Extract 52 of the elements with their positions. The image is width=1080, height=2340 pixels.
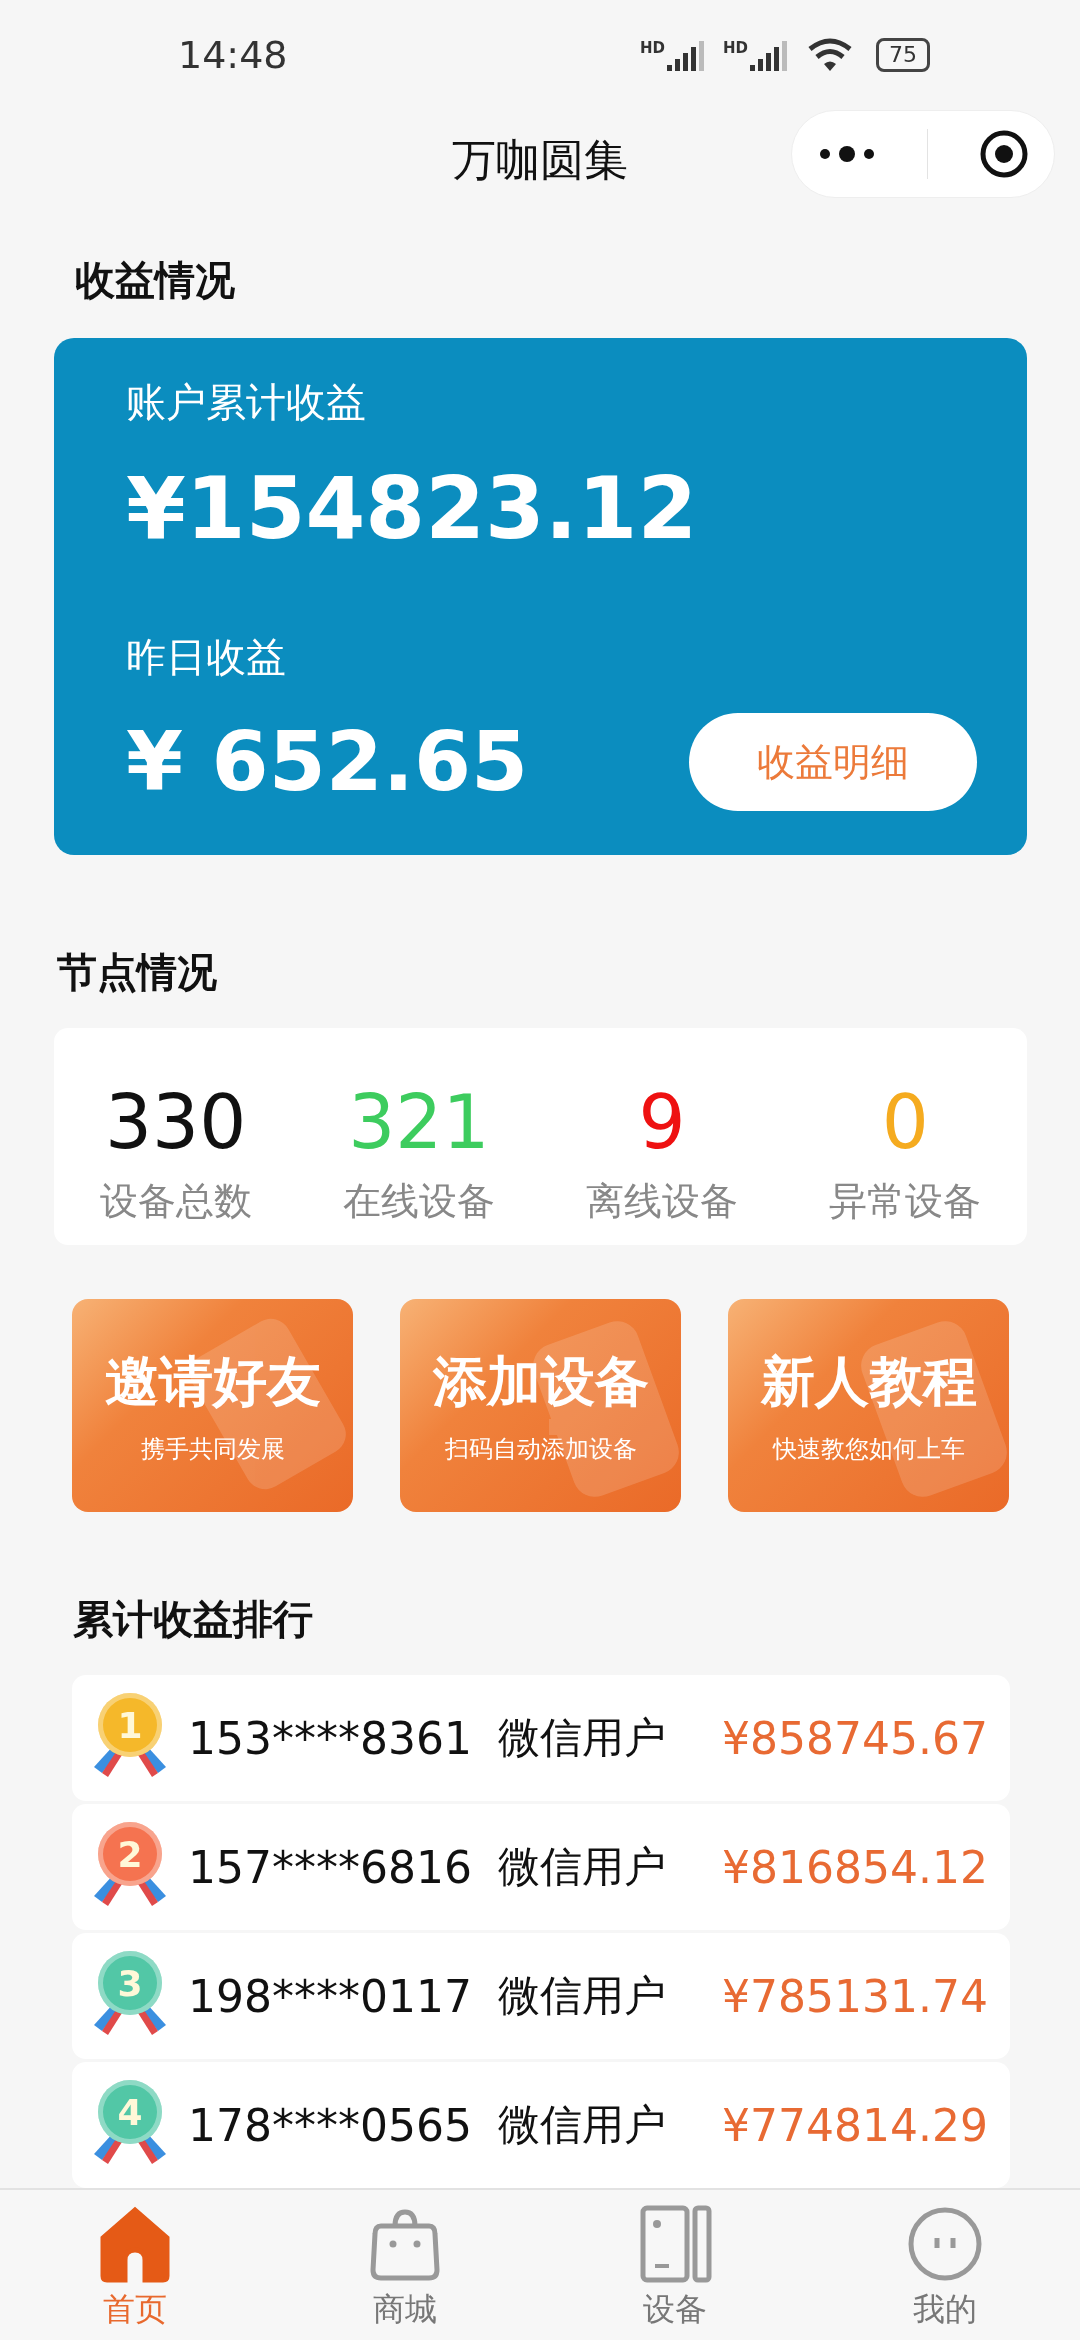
user-phone: 157****6816 [188, 1841, 473, 1893]
yesterday-label: 昨日收益 [126, 633, 287, 682]
wifi-icon [806, 37, 854, 73]
status-time: 14:48 [178, 33, 288, 77]
earnings-amount: ¥785131.74 [722, 1970, 988, 2022]
tab-item[interactable]: 设备 [540, 2190, 810, 2340]
total-label: 账户累计收益 [126, 378, 367, 427]
user-name: 微信用户 [498, 1970, 667, 2022]
action-subtitle: 携手共同发展 [140, 1433, 285, 1465]
stat-value: 321 [348, 1078, 490, 1167]
tab-item[interactable]: 商城 [270, 2190, 540, 2340]
detail-button[interactable]: 收益明细 [689, 713, 977, 811]
action-card[interactable]: 添加设备 扫码自动添加设备 [400, 1299, 681, 1512]
rank-medal: 4 [98, 2080, 162, 2144]
page-title: 万咖圆集 [452, 132, 628, 187]
battery-level: 75 [876, 38, 930, 72]
action-card[interactable]: 邀请好友 携手共同发展 [72, 1299, 353, 1512]
action-title: 添加设备 [432, 1348, 649, 1415]
stat-label: 在线设备 [342, 1178, 495, 1225]
action-title: 邀请好友 [104, 1348, 321, 1415]
network-label: HD [723, 39, 748, 57]
rank-medal: 2 [98, 1822, 162, 1886]
stat-value: 330 [105, 1078, 247, 1167]
stat-label: 设备总数 [99, 1178, 252, 1225]
section-heading: 收益情况 [75, 256, 236, 305]
stat-label: 离线设备 [586, 1178, 739, 1225]
action-title: 新人教程 [760, 1348, 977, 1415]
stat-value: 0 [881, 1078, 929, 1167]
rank-medal: 3 [98, 1951, 162, 2015]
network-label: HD [639, 39, 665, 57]
section-heading: 累计收益排行 [73, 1595, 314, 1644]
user-phone: 198****0117 [188, 1970, 473, 2022]
action-subtitle: 扫码自动添加设备 [444, 1433, 637, 1465]
action-card[interactable]: 新人教程 快速教您如何上车 [728, 1299, 1009, 1512]
rank-medal: 1 [98, 1693, 162, 1757]
tab-item[interactable]: 首页 [0, 2190, 270, 2340]
user-name: 微信用户 [498, 2099, 667, 2151]
user-name: 微信用户 [498, 1712, 667, 1764]
user-phone: 153****8361 [188, 1712, 473, 1764]
yesterday-amount: ¥ 652.65 [126, 713, 529, 811]
action-subtitle: 快速教您如何上车 [772, 1433, 965, 1465]
earnings-amount: ¥774814.29 [722, 2099, 988, 2151]
earnings-amount: ¥816854.12 [722, 1841, 988, 1893]
total-amount: ¥154823.12 [126, 458, 699, 558]
section-heading: 节点情况 [57, 948, 218, 997]
tab-item[interactable]: 我的 [810, 2190, 1080, 2340]
stat-label: 异常设备 [829, 1178, 982, 1225]
close-icon[interactable] [978, 129, 1029, 179]
user-name: 微信用户 [498, 1841, 667, 1893]
stat-value: 9 [638, 1078, 686, 1167]
earnings-amount: ¥858745.67 [722, 1712, 988, 1764]
user-phone: 178****0565 [188, 2099, 473, 2151]
